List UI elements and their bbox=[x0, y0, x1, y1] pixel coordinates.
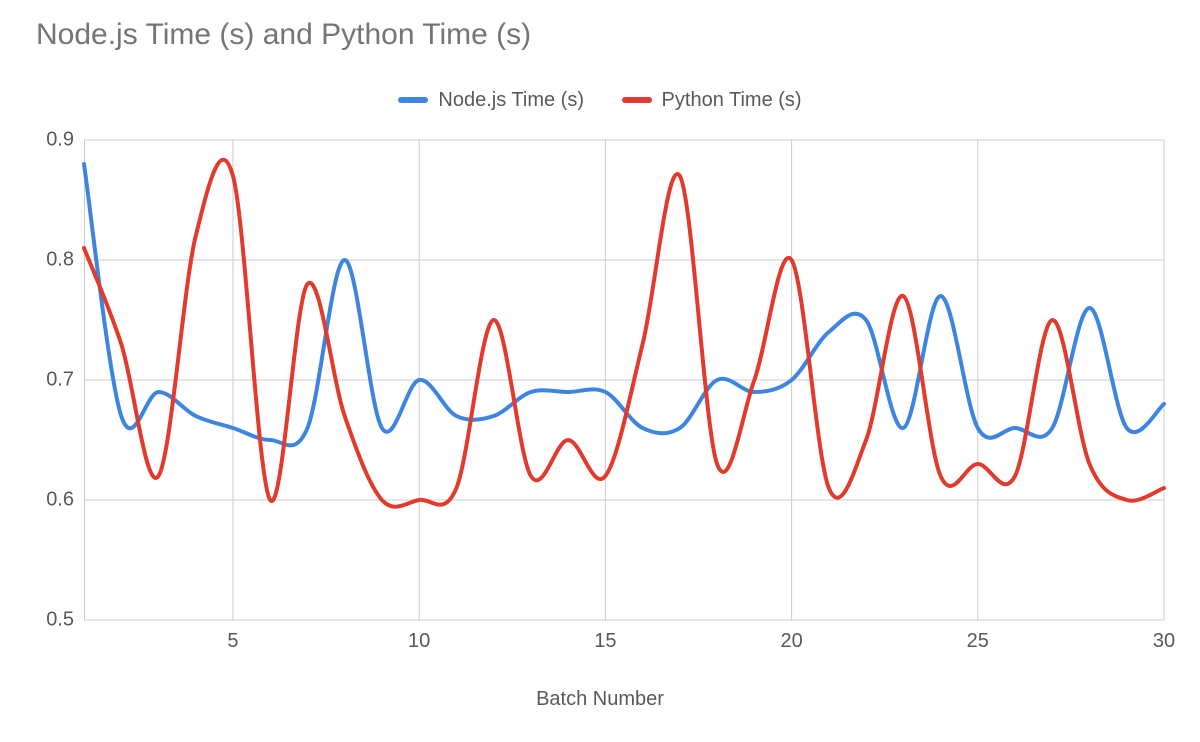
y-tick-label: 0.8 bbox=[14, 249, 74, 272]
y-tick-label: 0.7 bbox=[14, 369, 74, 392]
x-tick-label: 20 bbox=[780, 630, 802, 653]
legend-swatch-nodejs bbox=[398, 97, 428, 103]
plot-area bbox=[84, 140, 1164, 620]
legend-item-python: Python Time (s) bbox=[622, 89, 802, 112]
x-tick-label: 15 bbox=[594, 630, 616, 653]
x-tick-label: 5 bbox=[227, 630, 238, 653]
y-tick-label: 0.5 bbox=[14, 609, 74, 632]
x-axis-title: Batch Number bbox=[0, 688, 1200, 711]
chart-container: Node.js Time (s) and Python Time (s) Nod… bbox=[0, 0, 1200, 742]
chart-title: Node.js Time (s) and Python Time (s) bbox=[36, 18, 531, 52]
legend-item-nodejs: Node.js Time (s) bbox=[398, 89, 584, 112]
legend-label: Node.js Time (s) bbox=[438, 89, 584, 112]
x-tick-label: 30 bbox=[1153, 630, 1175, 653]
x-tick-label: 25 bbox=[967, 630, 989, 653]
x-tick-label: 10 bbox=[408, 630, 430, 653]
legend-swatch-python bbox=[622, 97, 652, 103]
series-line bbox=[84, 160, 1164, 507]
y-tick-label: 0.9 bbox=[14, 129, 74, 152]
y-tick-label: 0.6 bbox=[14, 489, 74, 512]
chart-legend: Node.js Time (s) Python Time (s) bbox=[0, 86, 1200, 112]
legend-label: Python Time (s) bbox=[662, 89, 802, 112]
plot-svg bbox=[84, 140, 1164, 620]
